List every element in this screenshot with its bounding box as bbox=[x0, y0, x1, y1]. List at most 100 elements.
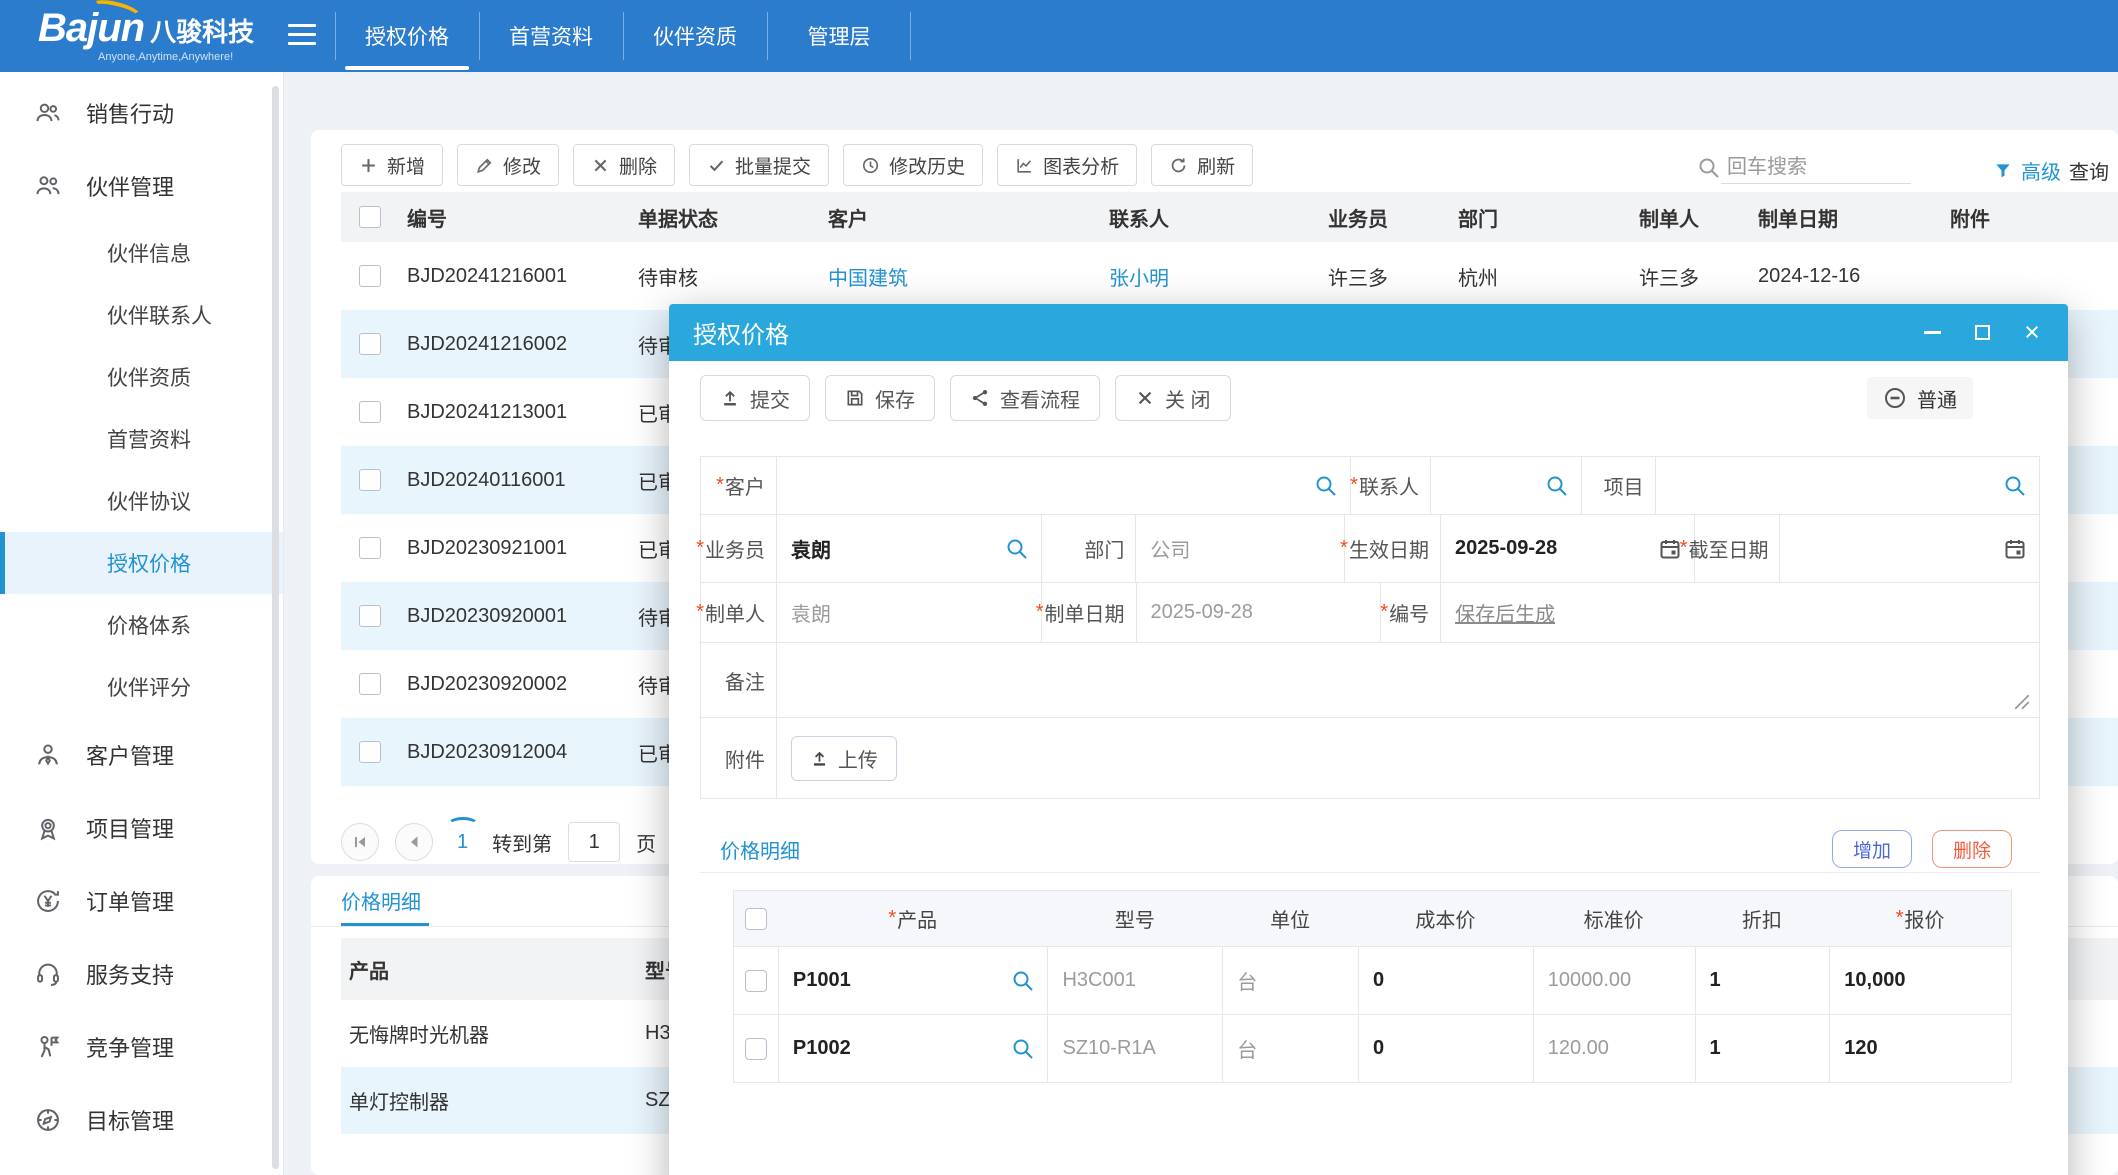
edit-button[interactable]: 修改 bbox=[457, 144, 559, 186]
advanced-link[interactable]: 高级 bbox=[2021, 156, 2061, 185]
prev-page-button[interactable] bbox=[395, 823, 433, 861]
tab-price-detail[interactable]: 价格明细 bbox=[341, 886, 421, 927]
nav-tab-authorized-price[interactable]: 授权价格 bbox=[335, 0, 479, 72]
contact-label: *联系人 bbox=[1350, 457, 1430, 514]
first-page-button[interactable] bbox=[341, 823, 379, 861]
project-field[interactable] bbox=[1655, 457, 2039, 514]
nav-tab-partner-qualification[interactable]: 伙伴资质 bbox=[623, 0, 767, 72]
priority-selector[interactable]: 普通 bbox=[1867, 377, 1973, 419]
table-row[interactable]: BJD20241216001 待审核 中国建筑 张小明 许三多 杭州 许三多 2… bbox=[341, 242, 2118, 310]
cell-product[interactable]: P1002 bbox=[778, 1015, 1048, 1082]
search-icon[interactable] bbox=[1011, 1037, 1035, 1061]
salesman-label: *业务员 bbox=[701, 515, 776, 582]
select-all-checkbox[interactable] bbox=[359, 206, 381, 228]
row-checkbox[interactable] bbox=[359, 469, 381, 491]
sidebar-subitem-price-system[interactable]: 价格体系 bbox=[0, 594, 283, 656]
col-header-discount: 折扣 bbox=[1694, 891, 1829, 946]
sidebar-subitem-partner-info[interactable]: 伙伴信息 bbox=[0, 222, 283, 284]
sidebar-item-partner-management[interactable]: 伙伴管理 bbox=[0, 149, 283, 222]
resize-handle-icon[interactable] bbox=[2013, 693, 2031, 711]
nav-tab-first-camp-data[interactable]: 首营资料 bbox=[479, 0, 623, 72]
refresh-button[interactable]: 刷新 bbox=[1151, 144, 1253, 186]
batch-submit-button[interactable]: 批量提交 bbox=[689, 144, 829, 186]
detail-select-all-checkbox[interactable] bbox=[745, 908, 767, 930]
cell-quote[interactable]: 10,000 bbox=[1829, 947, 2011, 1014]
search-icon[interactable] bbox=[1314, 474, 1338, 498]
cell-salesman: 许三多 bbox=[1320, 242, 1450, 310]
submit-button[interactable]: 提交 bbox=[700, 375, 810, 421]
chevron-left-icon bbox=[406, 834, 422, 850]
close-button[interactable]: 关 闭 bbox=[1115, 375, 1231, 421]
minimize-icon[interactable] bbox=[1920, 321, 1944, 345]
search-icon[interactable] bbox=[1545, 474, 1569, 498]
nav-tab-management[interactable]: 管理层 bbox=[767, 0, 911, 72]
search-icon[interactable] bbox=[1011, 969, 1035, 993]
row-checkbox[interactable] bbox=[745, 1038, 767, 1060]
calendar-icon[interactable] bbox=[2003, 537, 2027, 561]
maximize-icon[interactable] bbox=[1970, 321, 1994, 345]
sidebar-subitem-partner-rating[interactable]: 伙伴评分 bbox=[0, 656, 283, 718]
save-button[interactable]: 保存 bbox=[825, 375, 935, 421]
expire-date-field[interactable] bbox=[1779, 515, 2039, 582]
effective-date-field[interactable]: 2025-09-28 bbox=[1440, 515, 1695, 582]
query-link[interactable]: 查询 bbox=[2069, 156, 2109, 185]
sidebar-subitem-authorized-price[interactable]: 授权价格 bbox=[0, 532, 283, 594]
col-header-quote: *报价 bbox=[1829, 891, 2011, 946]
sidebar-item-project-management[interactable]: 项目管理 bbox=[0, 791, 283, 864]
search-icon[interactable] bbox=[1005, 537, 1029, 561]
current-page[interactable]: 1 bbox=[449, 831, 476, 854]
add-button[interactable]: 新增 bbox=[341, 144, 443, 186]
row-checkbox[interactable] bbox=[359, 537, 381, 559]
chart-analysis-button[interactable]: 图表分析 bbox=[997, 144, 1137, 186]
row-checkbox[interactable] bbox=[359, 605, 381, 627]
menu-hamburger-icon[interactable] bbox=[288, 24, 318, 51]
filter-icon[interactable] bbox=[1993, 161, 2013, 181]
row-checkbox[interactable] bbox=[359, 401, 381, 423]
search-input[interactable] bbox=[1721, 152, 1911, 184]
edit-history-button[interactable]: 修改历史 bbox=[843, 144, 983, 186]
detail-row[interactable]: P1001 H3C001 台 0 10000.00 1 10,000 bbox=[734, 946, 2011, 1014]
close-icon[interactable]: × bbox=[2020, 321, 2044, 345]
search-icon[interactable] bbox=[2003, 474, 2027, 498]
cell-attachment bbox=[1942, 242, 2118, 310]
cell-cost[interactable]: 0 bbox=[1358, 1015, 1533, 1082]
cell-discount[interactable]: 1 bbox=[1695, 1015, 1830, 1082]
sidebar-subitem-partner-qualification[interactable]: 伙伴资质 bbox=[0, 346, 283, 408]
sidebar-subitem-first-camp-data[interactable]: 首营资料 bbox=[0, 408, 283, 470]
salesman-field[interactable]: 袁朗 bbox=[776, 515, 1041, 582]
customer-link[interactable]: 中国建筑 bbox=[828, 262, 908, 291]
sidebar-subitem-partner-contacts[interactable]: 伙伴联系人 bbox=[0, 284, 283, 346]
sidebar-subitem-partner-agreement[interactable]: 伙伴协议 bbox=[0, 470, 283, 532]
sidebar-item-service-support[interactable]: 服务支持 bbox=[0, 937, 283, 1010]
row-checkbox[interactable] bbox=[359, 741, 381, 763]
sidebar-item-sales-action[interactable]: 销售行动 bbox=[0, 76, 283, 149]
authorized-price-dialog: 授权价格 × 提交 保存 查看流程 关 闭 bbox=[669, 304, 2068, 1175]
view-flow-button[interactable]: 查看流程 bbox=[950, 375, 1100, 421]
cell-cost[interactable]: 0 bbox=[1358, 947, 1533, 1014]
detail-delete-button[interactable]: 删除 bbox=[1932, 830, 2012, 868]
pagination: 1 转到第 页 共 bbox=[341, 822, 692, 862]
sidebar-scrollbar[interactable] bbox=[272, 86, 279, 1169]
cell-quote[interactable]: 120 bbox=[1829, 1015, 2011, 1082]
row-checkbox[interactable] bbox=[359, 333, 381, 355]
sidebar-item-order-management[interactable]: 订单管理 bbox=[0, 864, 283, 937]
delete-button[interactable]: 删除 bbox=[573, 144, 675, 186]
detail-row[interactable]: P1002 SZ10-R1A 台 0 120.00 1 120 bbox=[734, 1014, 2011, 1082]
detail-add-button[interactable]: 增加 bbox=[1832, 830, 1912, 868]
sidebar-item-customer-management[interactable]: 客户管理 bbox=[0, 718, 283, 791]
sidebar-item-target-management[interactable]: 目标管理 bbox=[0, 1083, 283, 1156]
contact-field[interactable] bbox=[1430, 457, 1581, 514]
upload-button[interactable]: 上传 bbox=[791, 736, 897, 781]
goto-page-input[interactable] bbox=[568, 822, 620, 862]
sidebar-item-competition-management[interactable]: 竞争管理 bbox=[0, 1010, 283, 1083]
row-checkbox[interactable] bbox=[745, 970, 767, 992]
customer-field[interactable] bbox=[776, 457, 1350, 514]
cell-product[interactable]: P1001 bbox=[778, 947, 1048, 1014]
contact-link[interactable]: 张小明 bbox=[1109, 262, 1169, 291]
row-checkbox[interactable] bbox=[359, 265, 381, 287]
cell-code: BJD20230921001 bbox=[399, 514, 630, 582]
cell-discount[interactable]: 1 bbox=[1695, 947, 1830, 1014]
remark-field[interactable] bbox=[776, 643, 2039, 717]
row-checkbox[interactable] bbox=[359, 673, 381, 695]
top-navbar: Bajun 八骏科技 Anyone,Anytime,Anywhere! 授权价格… bbox=[0, 0, 2118, 72]
